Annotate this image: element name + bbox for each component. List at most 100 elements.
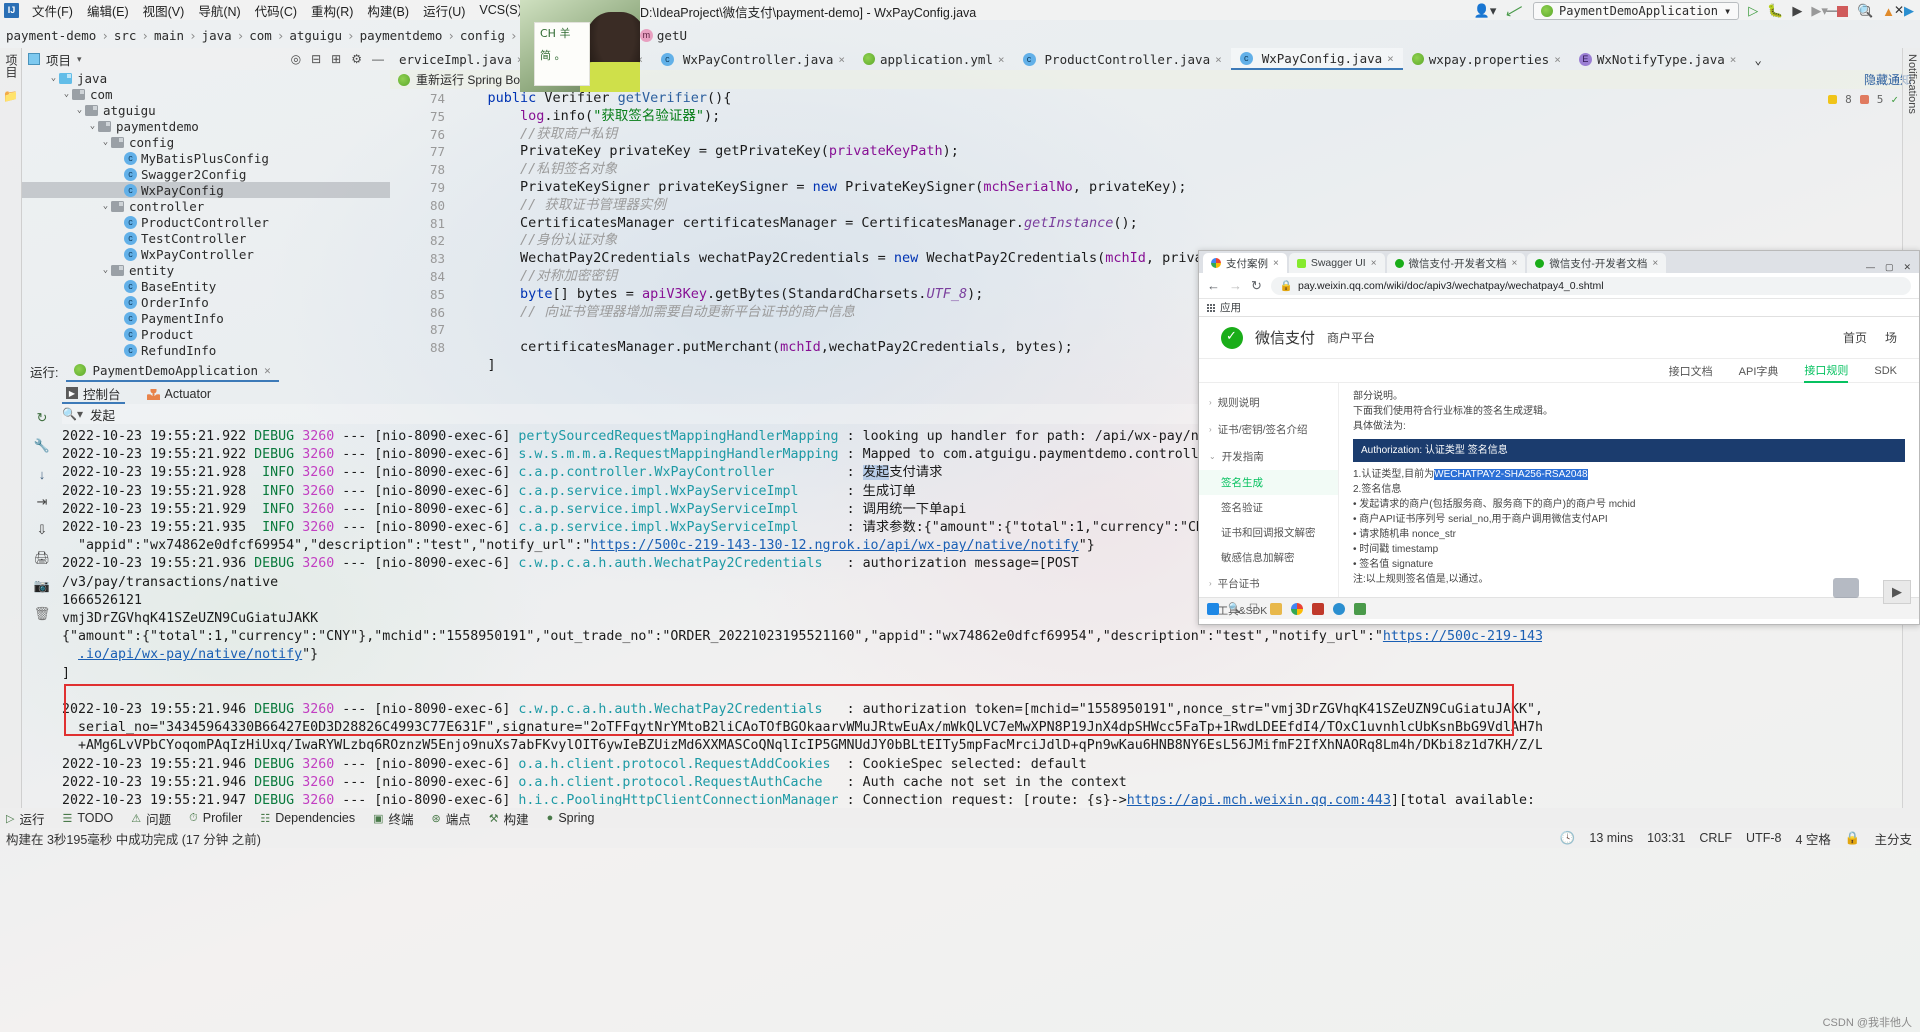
- collapse-all-icon[interactable]: ⊟: [311, 52, 321, 66]
- bottom-tool-stripe[interactable]: ▷ 运行 ☰ TODO ⚠ 问题 ⏱ Profiler ☷ Dependencies ▣ 终端 ⊛ 端点 ⚒…: [0, 808, 1920, 828]
- wechatpay-sidebar[interactable]: › 规则说明 › 证书/密钥/签名介绍 ⌄ 开发指南 签名生成 签名验证 证书和回调报文解密 敏感…: [1199, 383, 1339, 617]
- chevron-down-icon[interactable]: ⌄: [100, 137, 111, 147]
- breadcrumb-item-4[interactable]: com: [249, 28, 272, 43]
- editor-tab-application-yml[interactable]: application.yml ×: [854, 48, 1014, 70]
- site-link-more[interactable]: 场: [1885, 329, 1897, 346]
- menu-item-code[interactable]: 代码(C): [248, 1, 304, 20]
- coverage-icon[interactable]: ▶: [1792, 3, 1802, 19]
- bottom-stripe-item-dependencies[interactable]: ☷ Dependencies: [260, 811, 355, 825]
- search-icon[interactable]: 🔍: [1228, 603, 1240, 615]
- wx-sidebar-item[interactable]: › 平台证书: [1199, 570, 1338, 597]
- chevron-down-icon[interactable]: ⌄: [100, 265, 111, 275]
- code-line[interactable]: // 获取证书管理器实例: [455, 197, 1555, 215]
- code-line[interactable]: log.info("获取签名验证器");: [455, 108, 1555, 126]
- stripe-item-notifications[interactable]: Notifications: [1903, 48, 1920, 120]
- inspection-ok-icon[interactable]: ✓: [1891, 93, 1898, 106]
- wx-sidebar-item[interactable]: 敏感信息加解密: [1199, 545, 1338, 570]
- breadcrumb-item-7[interactable]: config: [460, 28, 505, 43]
- menu-item-file[interactable]: 文件(F): [25, 1, 80, 20]
- code-line[interactable]: CertificatesManager certificatesManager …: [455, 215, 1555, 233]
- minimize-button[interactable]: —: [1866, 262, 1875, 273]
- tree-node-swagger2config[interactable]: c Swagger2Config: [22, 166, 390, 182]
- locate-icon[interactable]: ◎: [291, 52, 301, 66]
- run-icon[interactable]: ▷: [1748, 3, 1758, 19]
- wx-sidebar-item[interactable]: ⌄ 开发指南: [1199, 443, 1338, 470]
- chrome-tab[interactable]: 微信支付-开发者文档 ×: [1386, 253, 1526, 273]
- menu-item-build[interactable]: 构建(B): [360, 1, 416, 20]
- chrome-bookmarks-bar[interactable]: 应用: [1199, 299, 1919, 317]
- user-icon[interactable]: 👤▾: [1474, 3, 1497, 19]
- search-icon[interactable]: 🔍: [1857, 3, 1873, 19]
- chrome-tab[interactable]: 微信支付-开发者文档 ×: [1527, 253, 1667, 273]
- bottom-stripe-item-终端[interactable]: ▣ 终端: [373, 809, 413, 828]
- nav-tab-docs[interactable]: 接口文档: [1669, 363, 1713, 379]
- tree-node-atguigu[interactable]: ⌄ atguigu: [22, 102, 390, 118]
- wx-sidebar-item[interactable]: 签名验证: [1199, 495, 1338, 520]
- code-line[interactable]: PrivateKey privateKey = getPrivateKey(pr…: [455, 143, 1555, 161]
- mail-icon[interactable]: [1354, 602, 1366, 615]
- trash-icon[interactable]: 🗑: [32, 604, 52, 624]
- close-icon[interactable]: ×: [1273, 258, 1279, 269]
- close-icon[interactable]: ×: [1387, 52, 1394, 65]
- breadcrumb-item-9[interactable]: getU: [657, 28, 687, 43]
- chevron-down-icon[interactable]: ⌄: [100, 201, 111, 211]
- tree-node-java[interactable]: ⌄ java: [22, 70, 390, 86]
- status-line-separator[interactable]: CRLF: [1699, 831, 1732, 845]
- tree-node-testcontroller[interactable]: c TestController: [22, 230, 390, 246]
- close-icon[interactable]: ×: [998, 53, 1005, 66]
- chrome-tab[interactable]: 支付案例 ×: [1203, 253, 1287, 273]
- close-icon[interactable]: ×: [1730, 53, 1737, 66]
- code-line[interactable]: //私钥签名对象: [455, 161, 1555, 179]
- menu-item-edit[interactable]: 编辑(E): [80, 1, 136, 20]
- chrome-tab-bar[interactable]: 支付案例 × Swagger UI × 微信支付-开发者文档 × 微信支付-开发者文档 × — ▢…: [1199, 251, 1919, 273]
- wx-sidebar-item[interactable]: › 证书/密钥/签名介绍: [1199, 416, 1338, 443]
- chrome-tab[interactable]: Swagger UI ×: [1288, 253, 1385, 273]
- bottom-stripe-item-端点[interactable]: ⊛ 端点: [432, 809, 471, 828]
- folder-icon[interactable]: [1270, 602, 1282, 615]
- close-icon[interactable]: ×: [838, 53, 845, 66]
- start-icon[interactable]: [1207, 602, 1219, 615]
- wx-sidebar-item[interactable]: › 规则说明: [1199, 389, 1338, 416]
- site-merchant-link[interactable]: 商户平台: [1327, 329, 1375, 346]
- chrome-icon[interactable]: [1291, 602, 1303, 615]
- gear-icon[interactable]: ⚙: [351, 52, 362, 66]
- editor-tab-overflow[interactable]: ⌄: [1745, 48, 1771, 70]
- chevron-down-icon[interactable]: ⌄: [61, 89, 72, 99]
- breadcrumb-item-1[interactable]: src: [114, 28, 137, 43]
- expand-icon[interactable]: ⊞: [331, 52, 341, 66]
- editor-tab-wxnotifytype-java[interactable]: E WxNotifyType.java ×: [1570, 48, 1746, 70]
- tree-node-productcontroller[interactable]: c ProductController: [22, 214, 390, 230]
- code-line[interactable]: public Verifier getVerifier(){: [455, 90, 1555, 108]
- bottom-stripe-item-构建[interactable]: ⚒ 构建: [489, 809, 529, 828]
- address-bar[interactable]: 🔒 pay.weixin.qq.com/wiki/doc/apiv3/wecha…: [1270, 276, 1911, 295]
- bookmark-apps-label[interactable]: 应用: [1220, 300, 1241, 315]
- tab-actuator[interactable]: Actuator: [143, 384, 216, 404]
- close-icon[interactable]: ×: [1215, 53, 1222, 66]
- lock-icon[interactable]: 🔒: [1845, 831, 1861, 846]
- chrome-browser-window[interactable]: 支付案例 × Swagger UI × 微信支付-开发者文档 × 微信支付-开发者文档 × — ▢…: [1198, 250, 1920, 625]
- tree-node-mybatisplusconfig[interactable]: c MyBatisPlusConfig: [22, 150, 390, 166]
- scroll-to-end-icon[interactable]: ⇩: [32, 520, 52, 540]
- status-branch[interactable]: 主分支: [1874, 829, 1912, 848]
- run-configuration-selector[interactable]: PaymentDemoApplication ▾: [1533, 2, 1740, 20]
- rerun-icon[interactable]: ↻: [32, 408, 52, 428]
- plugin-icon[interactable]: ▶: [1904, 3, 1914, 19]
- reload-icon[interactable]: ↻: [1251, 278, 1262, 294]
- stripe-item-project[interactable]: 项目: [0, 48, 23, 84]
- tree-node-orderinfo[interactable]: c OrderInfo: [22, 294, 390, 310]
- breadcrumb-item-0[interactable]: payment-demo: [6, 28, 96, 43]
- breadcrumb-item-2[interactable]: main: [154, 28, 184, 43]
- maximize-button[interactable]: ▢: [1885, 262, 1894, 273]
- wechatpay-nav-tabs[interactable]: 接口文档 API字典 接口规则 SDK: [1199, 359, 1919, 383]
- play-button[interactable]: ▶: [1883, 580, 1911, 604]
- menu-item-refactor[interactable]: 重构(R): [304, 1, 360, 20]
- profile-run-icon[interactable]: ▶▾: [1811, 3, 1828, 19]
- breadcrumb-item-6[interactable]: paymentdemo: [360, 28, 443, 43]
- menu-item-run[interactable]: 运行(U): [416, 1, 472, 20]
- tree-node-paymentinfo[interactable]: c PaymentInfo: [22, 310, 390, 326]
- nav-tab-api-rules[interactable]: 接口规则: [1804, 359, 1849, 383]
- folder-icon[interactable]: 📁: [2, 87, 20, 105]
- bottom-stripe-item-spring[interactable]: ● Spring: [547, 811, 595, 825]
- status-encoding[interactable]: UTF-8: [1746, 831, 1781, 845]
- forward-icon[interactable]: →: [1229, 278, 1242, 293]
